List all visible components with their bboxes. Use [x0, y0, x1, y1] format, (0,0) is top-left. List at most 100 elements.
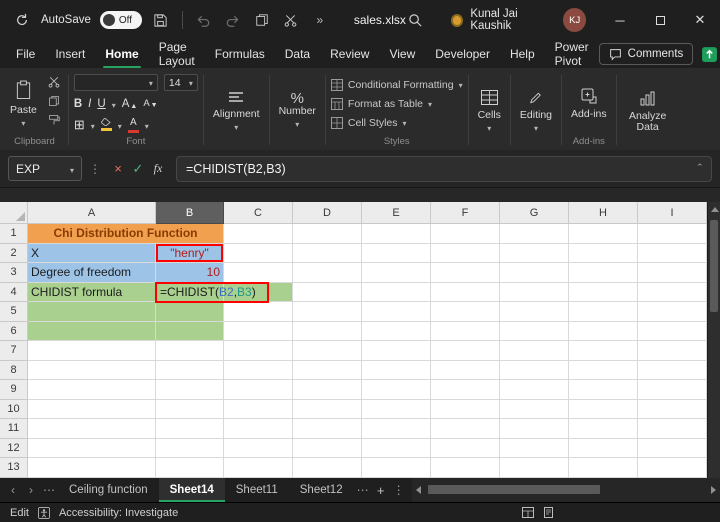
cell-C2[interactable]: [224, 244, 293, 264]
cell-H4[interactable]: [569, 283, 638, 303]
name-box[interactable]: EXP: [8, 156, 82, 181]
cell-G7[interactable]: [500, 341, 569, 361]
row-header-7[interactable]: 7: [0, 341, 28, 361]
column-header-G[interactable]: G: [500, 202, 569, 224]
cell-F2[interactable]: [431, 244, 500, 264]
row-header-1[interactable]: 1: [0, 224, 28, 244]
tab-view[interactable]: View: [379, 40, 425, 68]
tab-data[interactable]: Data: [275, 40, 320, 68]
cell-I4[interactable]: [638, 283, 707, 303]
cell-D10[interactable]: [293, 400, 362, 420]
row-header-12[interactable]: 12: [0, 439, 28, 459]
cell-C11[interactable]: [224, 419, 293, 439]
cell-B5[interactable]: [156, 302, 224, 322]
tab-bar-menu-icon[interactable]: [390, 478, 408, 502]
cell-F8[interactable]: [431, 361, 500, 381]
tab-formulas[interactable]: Formulas: [205, 40, 275, 68]
cell-C6[interactable]: [224, 322, 293, 342]
copy-icon[interactable]: [252, 8, 272, 32]
cell-A2[interactable]: X: [28, 244, 156, 264]
cell-A3[interactable]: Degree of freedom: [28, 263, 156, 283]
cell-F3[interactable]: [431, 263, 500, 283]
bold-button[interactable]: B: [74, 98, 82, 110]
horizontal-scroll-thumb[interactable]: [428, 485, 600, 494]
column-header-B[interactable]: B: [156, 202, 224, 224]
cell-I10[interactable]: [638, 400, 707, 420]
cell-B4[interactable]: =CHIDIST(B2,B3): [156, 283, 224, 303]
ribbon-cut-icon[interactable]: [45, 75, 63, 89]
cell-E1[interactable]: [362, 224, 431, 244]
cell-H12[interactable]: [569, 439, 638, 459]
row-header-6[interactable]: 6: [0, 322, 28, 342]
cell-I6[interactable]: [638, 322, 707, 342]
tab-home[interactable]: Home: [95, 40, 148, 68]
sheet-tab-ceiling-function[interactable]: Ceiling function: [58, 478, 159, 502]
cell-E11[interactable]: [362, 419, 431, 439]
cell-D11[interactable]: [293, 419, 362, 439]
cell-I11[interactable]: [638, 419, 707, 439]
number-button[interactable]: % Number: [275, 91, 320, 132]
borders-button[interactable]: ⊞: [74, 117, 85, 133]
column-header-H[interactable]: H: [569, 202, 638, 224]
format-painter-icon[interactable]: [45, 113, 63, 127]
cell-A8[interactable]: [28, 361, 156, 381]
cell-F1[interactable]: [431, 224, 500, 244]
row-header-4[interactable]: 4: [0, 283, 28, 303]
cell-D2[interactable]: [293, 244, 362, 264]
cell-F10[interactable]: [431, 400, 500, 420]
underline-chevron-icon[interactable]: [112, 95, 116, 113]
cell-E6[interactable]: [362, 322, 431, 342]
cell-G1[interactable]: [500, 224, 569, 244]
vertical-scrollbar[interactable]: [707, 202, 720, 478]
cell-B3[interactable]: 10: [156, 263, 224, 283]
sheet-list-icon[interactable]: [40, 478, 58, 502]
cell-D6[interactable]: [293, 322, 362, 342]
cell-E7[interactable]: [362, 341, 431, 361]
column-header-F[interactable]: F: [431, 202, 500, 224]
scroll-up-icon[interactable]: [711, 207, 719, 212]
shrink-font-button[interactable]: A▼: [143, 98, 157, 109]
cell-C3[interactable]: [224, 263, 293, 283]
cell-I12[interactable]: [638, 439, 707, 459]
cell-E5[interactable]: [362, 302, 431, 322]
cell-D7[interactable]: [293, 341, 362, 361]
comments-button[interactable]: Comments: [599, 43, 694, 65]
cell-D5[interactable]: [293, 302, 362, 322]
account-button[interactable]: Kunal Jai Kaushik KJ: [451, 8, 586, 32]
cell-F6[interactable]: [431, 322, 500, 342]
active-cell-formula[interactable]: =CHIDIST(B2,B3): [155, 282, 269, 303]
cell-I8[interactable]: [638, 361, 707, 381]
cell-F13[interactable]: [431, 458, 500, 478]
normal-view-icon[interactable]: [522, 507, 534, 518]
font-name-select[interactable]: [74, 74, 158, 91]
addins-button[interactable]: Add-ins: [567, 73, 611, 135]
redo-icon[interactable]: [223, 8, 243, 32]
cell-F7[interactable]: [431, 341, 500, 361]
cell-B12[interactable]: [156, 439, 224, 459]
sheet-tab-sheet14[interactable]: Sheet14: [159, 478, 225, 502]
row-header-3[interactable]: 3: [0, 263, 28, 283]
cell-G2[interactable]: [500, 244, 569, 264]
editing-button[interactable]: Editing: [516, 88, 556, 136]
cell-G4[interactable]: [500, 283, 569, 303]
cell-D9[interactable]: [293, 380, 362, 400]
cell-F11[interactable]: [431, 419, 500, 439]
row-header-10[interactable]: 10: [0, 400, 28, 420]
cell-B7[interactable]: [156, 341, 224, 361]
undo-icon[interactable]: [194, 8, 214, 32]
cell-I5[interactable]: [638, 302, 707, 322]
cell-A6[interactable]: [28, 322, 156, 342]
quick-access-overflow-icon[interactable]: »: [310, 8, 330, 32]
cell-H2[interactable]: [569, 244, 638, 264]
cell-F4[interactable]: [431, 283, 500, 303]
grow-font-button[interactable]: A▲: [122, 98, 138, 110]
cell-D4[interactable]: [293, 283, 362, 303]
cell-E12[interactable]: [362, 439, 431, 459]
cell-A4[interactable]: CHIDIST formula: [28, 283, 156, 303]
enter-button[interactable]: ✓: [128, 161, 148, 177]
scroll-left-icon[interactable]: [416, 486, 421, 494]
fill-color-button[interactable]: [101, 118, 112, 131]
column-header-E[interactable]: E: [362, 202, 431, 224]
cell-H5[interactable]: [569, 302, 638, 322]
cell-H11[interactable]: [569, 419, 638, 439]
